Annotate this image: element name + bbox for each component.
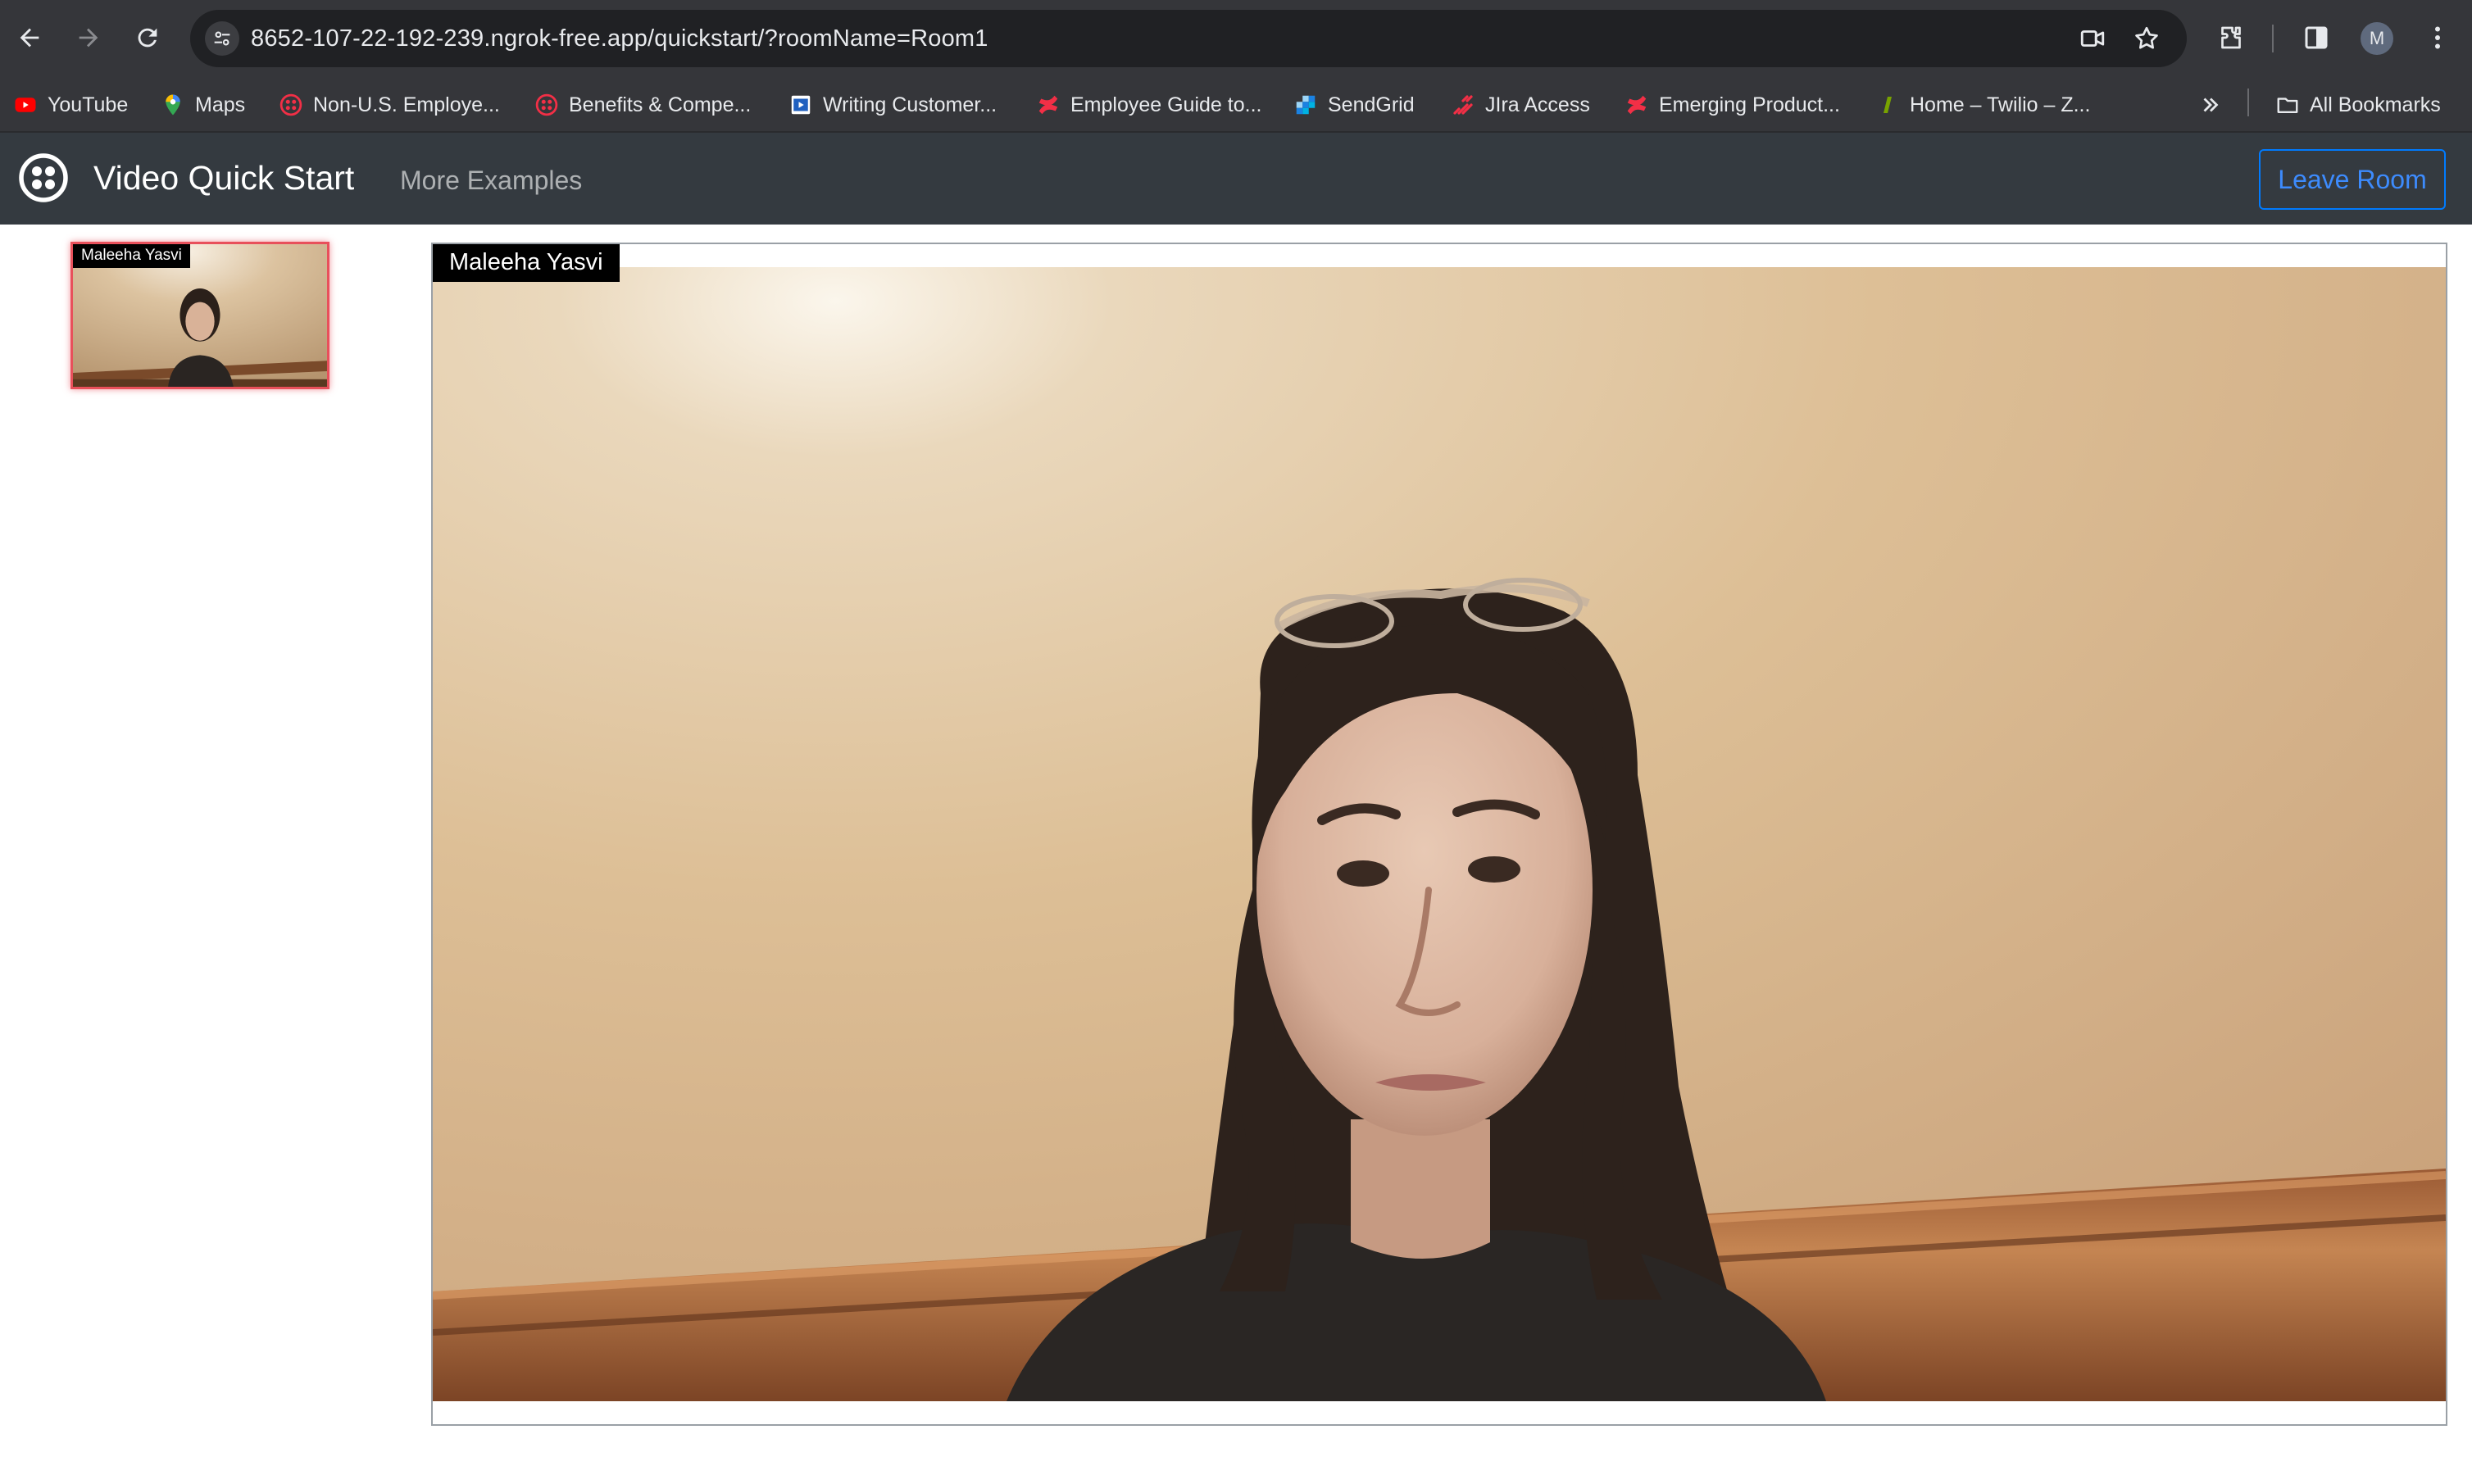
brand-title[interactable]: Video Quick Start xyxy=(93,159,354,197)
confluence-icon xyxy=(1036,93,1061,117)
bookmark-maps[interactable]: Maps xyxy=(161,90,245,120)
bookmark-label: Emerging Product... xyxy=(1659,93,1840,116)
profile-avatar[interactable]: M xyxy=(2361,22,2393,55)
url-text[interactable]: 8652-107-22-192-239.ngrok-free.app/quick… xyxy=(251,25,988,52)
leave-room-button[interactable]: Leave Room xyxy=(2259,149,2446,210)
confluence-icon xyxy=(1625,93,1649,117)
bookmark-label: Home – Twilio – Z... xyxy=(1910,93,2091,116)
video-doc-icon xyxy=(788,93,813,117)
app-navbar: Video Quick Start More Examples Leave Ro… xyxy=(0,133,2472,225)
local-participant-thumbnail[interactable]: Maleeha Yasvi xyxy=(70,242,329,389)
bookmark-writing-customer[interactable]: Writing Customer... xyxy=(788,90,997,120)
bookmark-label: SendGrid xyxy=(1328,93,1415,116)
bookmark-star-icon[interactable] xyxy=(2129,21,2164,56)
active-speaker-video xyxy=(433,267,2446,1401)
video-feed xyxy=(433,267,2446,1401)
toolbar-divider xyxy=(2272,25,2274,52)
bookmark-label: Benefits & Compe... xyxy=(569,93,752,116)
all-bookmarks-label: All Bookmarks xyxy=(2310,93,2441,116)
zendesk-icon xyxy=(1875,93,1900,117)
bookmarks-divider xyxy=(2247,88,2249,116)
browser-menu-icon[interactable] xyxy=(2420,20,2456,56)
reload-button[interactable] xyxy=(128,18,167,57)
bookmark-youtube[interactable]: YouTube xyxy=(13,90,128,120)
arrow-right-icon xyxy=(79,28,98,48)
side-panel-icon[interactable] xyxy=(2298,20,2334,56)
site-settings-icon[interactable] xyxy=(205,21,239,56)
maps-pin-icon xyxy=(161,93,185,117)
bookmarks-bar: YouTube Maps Non-U.S. Employe... Benefit… xyxy=(0,75,2472,133)
bookmark-home-twilio[interactable]: Home – Twilio – Z... xyxy=(1875,90,2090,120)
reload-icon xyxy=(138,28,157,48)
sendgrid-icon xyxy=(1293,93,1318,117)
back-button[interactable] xyxy=(10,18,49,57)
twilio-logo-icon xyxy=(279,93,303,117)
bookmark-employee-guide[interactable]: Employee Guide to... xyxy=(1036,90,1261,120)
bookmark-emerging-product[interactable]: Emerging Product... xyxy=(1625,90,1840,120)
bookmark-label: Non-U.S. Employe... xyxy=(313,93,500,116)
bookmark-jira-access[interactable]: JIra Access xyxy=(1451,90,1590,120)
browser-toolbar: 8652-107-22-192-239.ngrok-free.app/quick… xyxy=(0,0,2472,75)
bookmark-label: JIra Access xyxy=(1485,93,1590,116)
twilio-logo-icon[interactable] xyxy=(18,152,69,203)
bookmarks-overflow-button[interactable] xyxy=(2198,90,2223,120)
double-chevron-right-icon xyxy=(2198,93,2223,117)
folder-icon xyxy=(2275,93,2300,117)
extensions-icon[interactable] xyxy=(2213,20,2249,56)
bookmark-label: Writing Customer... xyxy=(823,93,997,116)
forward-button[interactable] xyxy=(69,18,108,57)
participant-name-label: Maleeha Yasvi xyxy=(73,244,190,268)
active-speaker-frame: Maleeha Yasvi xyxy=(431,243,2447,1426)
active-speaker-name-label: Maleeha Yasvi xyxy=(433,244,620,282)
address-bar[interactable]: 8652-107-22-192-239.ngrok-free.app/quick… xyxy=(190,10,2187,67)
bookmark-sendgrid[interactable]: SendGrid xyxy=(1293,90,1415,120)
jira-icon xyxy=(1451,93,1475,117)
twilio-logo-icon xyxy=(534,93,559,117)
bookmark-label: YouTube xyxy=(48,93,129,116)
bookmark-label: Maps xyxy=(195,93,246,116)
more-examples-link[interactable]: More Examples xyxy=(400,166,582,196)
bookmark-non-us-employee[interactable]: Non-U.S. Employe... xyxy=(279,90,500,120)
youtube-icon xyxy=(13,93,38,117)
bookmark-label: Employee Guide to... xyxy=(1070,93,1262,116)
arrow-left-icon xyxy=(20,28,39,48)
all-bookmarks-button[interactable]: All Bookmarks xyxy=(2275,90,2441,120)
bookmark-benefits[interactable]: Benefits & Compe... xyxy=(534,90,751,120)
camera-in-use-icon[interactable] xyxy=(2075,21,2110,56)
